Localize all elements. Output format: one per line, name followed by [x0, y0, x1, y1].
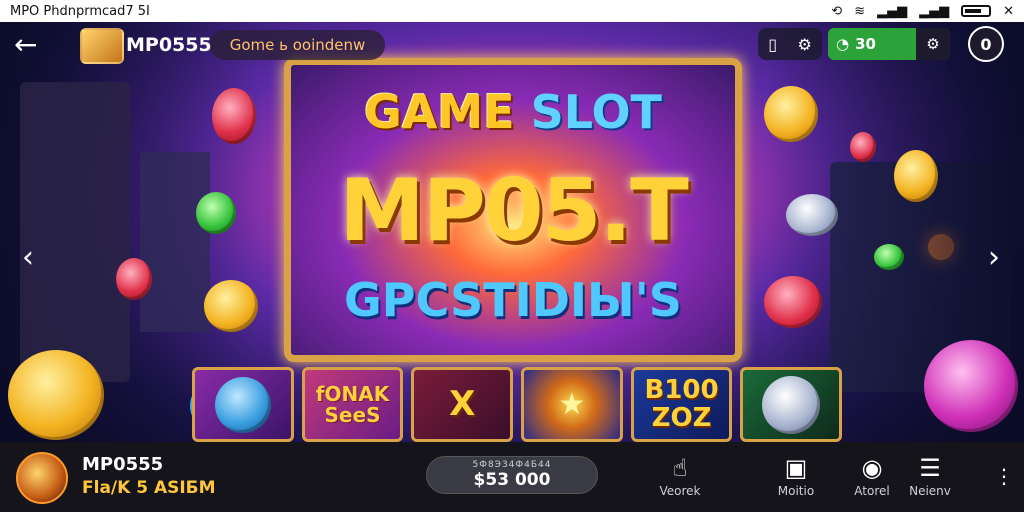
promo-banner[interactable]: GAME SLOT MP05.T GPCSTIDIЫ'S: [284, 58, 742, 362]
building-left-2: [140, 152, 210, 332]
brand-logo[interactable]: [80, 28, 124, 64]
status-icons: ⟲ ≋ ▂▄▆ ▂▄▆ ✕: [831, 5, 1014, 18]
close-icon[interactable]: ✕: [1003, 5, 1014, 18]
more-options-icon[interactable]: ⋮: [994, 464, 1014, 488]
game-card[interactable]: B100 ZOZ: [630, 367, 733, 442]
status-title: MPO Phdnprmcad7 5I: [10, 3, 150, 19]
coin: [204, 280, 258, 332]
coin: [196, 192, 236, 234]
coin: [212, 88, 256, 144]
game-card[interactable]: fONAK SeeS: [301, 367, 404, 442]
coin-icon: [762, 375, 821, 434]
game-card[interactable]: ★: [521, 367, 623, 442]
banner-headline: GAME SLOT: [291, 85, 735, 139]
nav-label: Moitio: [777, 484, 815, 498]
wallet-icon: ◔: [836, 35, 850, 53]
phone-icon[interactable]: ▯: [768, 35, 777, 54]
nav-item-veorek[interactable]: ☝ Veorek: [640, 454, 720, 498]
coin: [8, 350, 104, 440]
brand-name: MP0555: [126, 34, 212, 56]
promo-text: Gome ь ooindenw: [229, 36, 366, 54]
menu-button[interactable]: 0: [968, 26, 1004, 62]
hand-icon: ☝: [672, 454, 688, 482]
coin: [894, 150, 938, 202]
lamp-glow: [928, 234, 954, 260]
jackpot-value: $53 000: [473, 470, 551, 490]
nav-label: Neienv: [909, 484, 951, 498]
game-card[interactable]: [192, 367, 294, 442]
game-card-label: fONAK SeeS: [315, 381, 390, 427]
coin: [764, 276, 822, 328]
game-card[interactable]: [740, 367, 843, 442]
game-cards-row: fONAK SeeS X ★ B100 ZOZ: [192, 367, 843, 442]
sync-icon: ⟲: [831, 3, 843, 19]
banner-subtitle: GPCSTIDIЫ'S: [344, 273, 682, 327]
coin: [764, 86, 818, 142]
chat-icon: ☰: [919, 454, 941, 482]
wifi-icon: ≋: [854, 3, 866, 19]
banner-title: MP05.T: [339, 161, 689, 261]
coin: [874, 244, 904, 270]
status-bar: MPO Phdnprmcad7 5I ⟲ ≋ ▂▄▆ ▂▄▆ ✕: [0, 0, 1024, 22]
game-card[interactable]: X: [411, 367, 514, 442]
back-arrow-icon[interactable]: ←: [14, 28, 37, 61]
signal-icon: ▂▄▆: [877, 3, 908, 19]
coin: [786, 194, 838, 236]
banner-word-slot: SLOT: [530, 85, 662, 139]
signal-icon-2: ▂▄▆: [919, 3, 950, 19]
game-card-label: B100 ZOZ: [644, 375, 719, 433]
coin: [850, 132, 876, 162]
promo-pill[interactable]: Gome ь ooindenw: [210, 30, 385, 60]
balance-button[interactable]: ◔ 30 ⚙: [828, 28, 950, 60]
coin: [116, 258, 152, 300]
building-left: [20, 82, 130, 382]
app-avatar[interactable]: [16, 452, 68, 504]
battery-icon: [961, 5, 992, 17]
coin: [924, 340, 1018, 432]
app-tagline: Fla/K 5 ASIБM: [82, 478, 216, 498]
jackpot-pill[interactable]: 5Ф8Э34Ф4Б44 $53 000: [426, 456, 598, 494]
balance-settings-icon[interactable]: ⚙: [916, 28, 950, 60]
nav-label: Veorek: [659, 484, 701, 498]
app-name: MP0555: [82, 454, 164, 475]
top-bar: ← MP0555 Gome ь ooindenw ▯ ⚙ ◔ 30 ⚙ 0: [0, 22, 1024, 66]
menu-label: 0: [980, 34, 992, 54]
carousel-prev-icon[interactable]: ‹: [22, 240, 34, 275]
banner-word-game: GAME: [364, 85, 515, 139]
star-icon: ★: [558, 386, 586, 422]
bottom-bar: MP0555 Fla/K 5 ASIБM 5Ф8Э34Ф4Б44 $53 000…: [0, 442, 1024, 512]
nav-item-moitio[interactable]: ▣ Moitio: [756, 454, 836, 498]
game-card-label: X: [449, 383, 476, 424]
balance-value: 30: [855, 35, 876, 53]
nav-item-neienv[interactable]: ☰ Neienv: [890, 454, 970, 498]
toolbar-icons: ▯ ⚙: [758, 28, 822, 60]
coin-icon: [214, 376, 271, 433]
jackpot-label: 5Ф8Э34Ф4Б44: [472, 460, 552, 470]
slot-icon: ▣: [784, 454, 808, 482]
gear-icon[interactable]: ⚙: [797, 35, 811, 54]
carousel-next-icon[interactable]: ›: [988, 240, 1000, 275]
